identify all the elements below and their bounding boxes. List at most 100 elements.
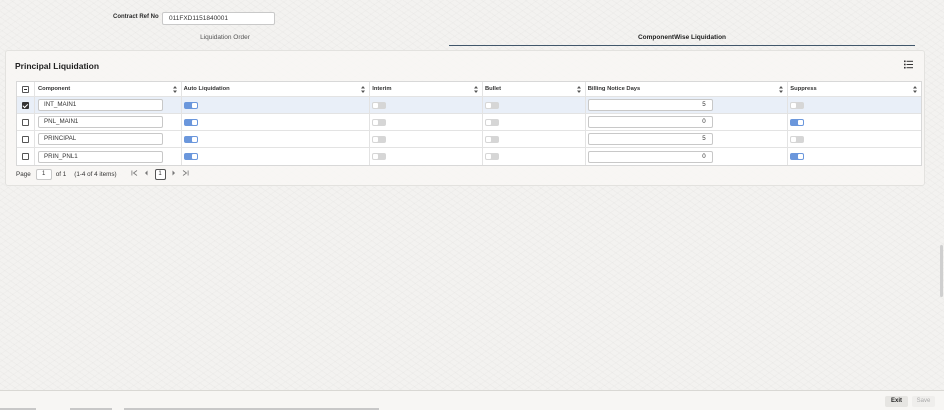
billing-notice-days-cell: 0 xyxy=(586,148,789,165)
bullet-cell xyxy=(483,114,586,130)
table-row[interactable]: PRIN_PNL1 0 xyxy=(17,148,921,165)
table-row[interactable]: PNL_MAIN1 0 xyxy=(17,114,921,131)
row-checkbox[interactable] xyxy=(21,135,29,143)
component-cell: INT_MAIN1 xyxy=(35,97,182,113)
header-cell: Component xyxy=(35,82,182,96)
suppress-toggle[interactable] xyxy=(790,153,805,160)
tab-componentwise-liquidation[interactable]: ComponentWise Liquidation xyxy=(449,31,915,46)
header-cell: Suppress xyxy=(788,82,921,96)
first-page-icon[interactable] xyxy=(129,170,141,178)
interim-toggle[interactable] xyxy=(372,101,387,109)
column-header-auto-liquidation: Auto Liquidation xyxy=(183,86,230,92)
sort-icon[interactable] xyxy=(576,86,581,93)
column-header-suppress: Suppress xyxy=(790,86,817,92)
row-select-cell xyxy=(17,131,35,147)
component-cell: PRIN_PNL1 xyxy=(35,148,182,165)
component-grid: Component Auto Liquidation Interim Bulle… xyxy=(16,81,922,166)
tab-liquidation-order[interactable]: Liquidation Order xyxy=(5,31,445,46)
bullet-toggle[interactable] xyxy=(484,118,499,126)
footer-bar: Exit Save xyxy=(0,390,944,410)
table-row[interactable]: PRINCIPAL 5 xyxy=(17,131,921,148)
suppress-toggle[interactable] xyxy=(790,135,805,143)
suppress-cell xyxy=(788,131,921,147)
tab-bar: Liquidation Order ComponentWise Liquidat… xyxy=(5,31,925,46)
principal-liquidation-panel: Principal Liquidation Component Auto Liq… xyxy=(5,50,925,186)
page-of-label: of 1 xyxy=(55,170,67,178)
bullet-toggle[interactable] xyxy=(484,135,499,143)
interim-cell xyxy=(370,97,483,113)
suppress-toggle[interactable] xyxy=(790,101,805,109)
header-cell: Interim xyxy=(370,82,483,96)
pagination: Page 1 of 1 (1-4 of 4 items) 1 xyxy=(16,167,192,181)
vertical-scrollbar[interactable] xyxy=(940,245,943,297)
header-select-cell xyxy=(17,82,35,96)
bullet-cell xyxy=(483,131,586,147)
interim-toggle[interactable] xyxy=(372,135,387,143)
column-header-component: Component xyxy=(37,86,71,92)
sort-icon[interactable] xyxy=(361,86,366,93)
sort-icon[interactable] xyxy=(779,86,784,93)
next-page-icon[interactable] xyxy=(168,170,180,178)
current-page-button[interactable]: 1 xyxy=(154,168,166,180)
previous-page-icon[interactable] xyxy=(141,170,153,178)
auto-liquidation-toggle[interactable] xyxy=(183,153,198,160)
header-cell: Billing Notice Days xyxy=(586,82,789,96)
component-cell: PNL_MAIN1 xyxy=(35,114,182,130)
component-field[interactable]: PRIN_PNL1 xyxy=(37,150,163,163)
interim-toggle[interactable] xyxy=(372,118,387,126)
sort-icon[interactable] xyxy=(172,86,177,93)
row-checkbox[interactable] xyxy=(21,101,29,109)
select-all-checkbox[interactable] xyxy=(21,85,29,93)
component-field[interactable]: PRINCIPAL xyxy=(37,133,163,145)
auto-liquidation-toggle[interactable] xyxy=(183,101,198,109)
exit-button[interactable]: Exit xyxy=(885,396,908,407)
component-cell: PRINCIPAL xyxy=(35,131,182,147)
row-select-cell xyxy=(17,114,35,130)
row-checkbox[interactable] xyxy=(21,118,29,126)
suppress-toggle[interactable] xyxy=(790,118,805,126)
billing-notice-days-cell: 5 xyxy=(586,131,789,147)
column-list-icon[interactable] xyxy=(904,60,913,69)
auto-liquidation-toggle[interactable] xyxy=(183,118,198,126)
auto-liquidation-cell xyxy=(182,114,371,130)
bullet-toggle[interactable] xyxy=(484,153,499,160)
bullet-toggle[interactable] xyxy=(484,101,499,109)
suppress-cell xyxy=(788,148,921,165)
section-title: Principal Liquidation xyxy=(15,61,100,71)
billing-notice-days-cell: 0 xyxy=(586,114,789,130)
billing-notice-days-cell: 5 xyxy=(586,97,789,113)
billing-notice-days-field[interactable]: 0 xyxy=(587,150,713,163)
interim-cell xyxy=(370,131,483,147)
grid-header-row: Component Auto Liquidation Interim Bulle… xyxy=(17,82,921,97)
component-field[interactable]: INT_MAIN1 xyxy=(37,99,163,111)
save-button[interactable]: Save xyxy=(912,396,935,407)
contract-ref-field[interactable]: 011FXD1151840001 xyxy=(162,12,275,25)
column-header-bullet: Bullet xyxy=(484,86,502,92)
suppress-cell xyxy=(788,114,921,130)
billing-notice-days-field[interactable]: 5 xyxy=(587,99,713,111)
row-select-cell xyxy=(17,97,35,113)
billing-notice-days-field[interactable]: 0 xyxy=(587,116,713,128)
table-row[interactable]: INT_MAIN1 5 xyxy=(17,97,921,114)
component-field[interactable]: PNL_MAIN1 xyxy=(37,116,163,128)
interim-cell xyxy=(370,114,483,130)
row-select-cell xyxy=(17,148,35,165)
auto-liquidation-cell xyxy=(182,131,371,147)
column-header-billing-notice-days: Billing Notice Days xyxy=(587,86,641,92)
contract-ref-label: Contract Ref No xyxy=(113,14,159,20)
last-page-icon[interactable] xyxy=(180,170,192,178)
page-number-input[interactable]: 1 xyxy=(35,168,52,180)
billing-notice-days-field[interactable]: 5 xyxy=(587,133,713,145)
sort-icon[interactable] xyxy=(913,86,917,93)
auto-liquidation-toggle[interactable] xyxy=(183,135,198,143)
auto-liquidation-cell xyxy=(182,148,371,165)
interim-cell xyxy=(370,148,483,165)
sort-icon[interactable] xyxy=(473,86,478,93)
suppress-cell xyxy=(788,97,921,113)
page-label: Page xyxy=(16,170,31,178)
items-count: (1-4 of 4 items) xyxy=(74,170,117,178)
column-header-interim: Interim xyxy=(372,86,392,92)
interim-toggle[interactable] xyxy=(372,153,387,160)
row-checkbox[interactable] xyxy=(21,153,29,160)
auto-liquidation-cell xyxy=(182,97,371,113)
